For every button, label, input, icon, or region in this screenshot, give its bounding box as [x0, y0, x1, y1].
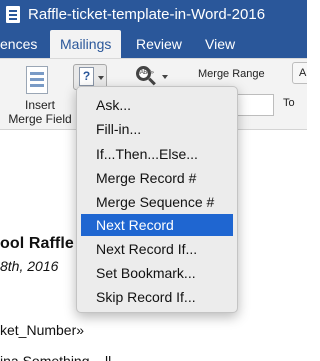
- ribbon-divider: [0, 58, 307, 59]
- preview-icon-text: «ABC»: [137, 70, 154, 76]
- menu-item-next-record-if[interactable]: Next Record If...: [81, 238, 233, 260]
- menu-item-merge-sequence[interactable]: Merge Sequence #: [81, 191, 233, 213]
- menu-item-fill-in[interactable]: Fill-in...: [81, 118, 233, 140]
- word-window: Raffle-ticket-template-in-Word-2016 ence…: [0, 0, 307, 361]
- document-heading: ool Raffle: [0, 235, 74, 252]
- ribbon-tabs: ences Mailings Review View: [0, 30, 307, 58]
- tab-review[interactable]: Review: [136, 30, 182, 58]
- document-date: 8th, 2016: [0, 258, 59, 274]
- tab-view[interactable]: View: [205, 30, 235, 58]
- insert-merge-field-label-line-2: Merge Field: [8, 112, 72, 126]
- chevron-down-icon: [162, 75, 168, 79]
- insert-merge-field-label-line-1: Insert: [24, 98, 55, 112]
- merge-range-from-input[interactable]: [232, 94, 274, 116]
- window-title: Raffle-ticket-template-in-Word-2016: [28, 6, 266, 23]
- magnifier-handle: [148, 77, 156, 86]
- chevron-down-icon: [98, 76, 104, 80]
- insert-merge-field-label: Insert Merge Field: [4, 98, 76, 126]
- merge-range-label: Merge Range: [198, 68, 265, 80]
- merge-range-to-label: To: [283, 97, 295, 109]
- ribbon-overflow-button[interactable]: A: [292, 62, 307, 84]
- tab-references[interactable]: ences: [0, 30, 37, 58]
- menu-item-next-record[interactable]: Next Record: [81, 214, 233, 236]
- menu-item-skip-record-if[interactable]: Skip Record If...: [81, 286, 233, 308]
- menu-item-merge-record[interactable]: Merge Record #: [81, 167, 233, 189]
- title-bar: Raffle-ticket-template-in-Word-2016: [0, 0, 307, 30]
- merge-field-ticket-number: ket_Number»: [0, 322, 85, 338]
- document-icon: [6, 6, 20, 23]
- menu-item-set-bookmark[interactable]: Set Bookmark...: [81, 262, 233, 284]
- document-partial-line: ina Something ...ll: [0, 353, 112, 361]
- rules-icon: ?: [79, 67, 94, 86]
- tab-mailings[interactable]: Mailings: [50, 30, 122, 58]
- menu-item-if-then-else[interactable]: If...Then...Else...: [81, 143, 233, 165]
- menu-item-ask[interactable]: Ask...: [81, 94, 233, 116]
- insert-merge-field-icon: [26, 66, 48, 94]
- rules-dropdown-menu: Ask... Fill-in... If...Then...Else... Me…: [76, 86, 238, 313]
